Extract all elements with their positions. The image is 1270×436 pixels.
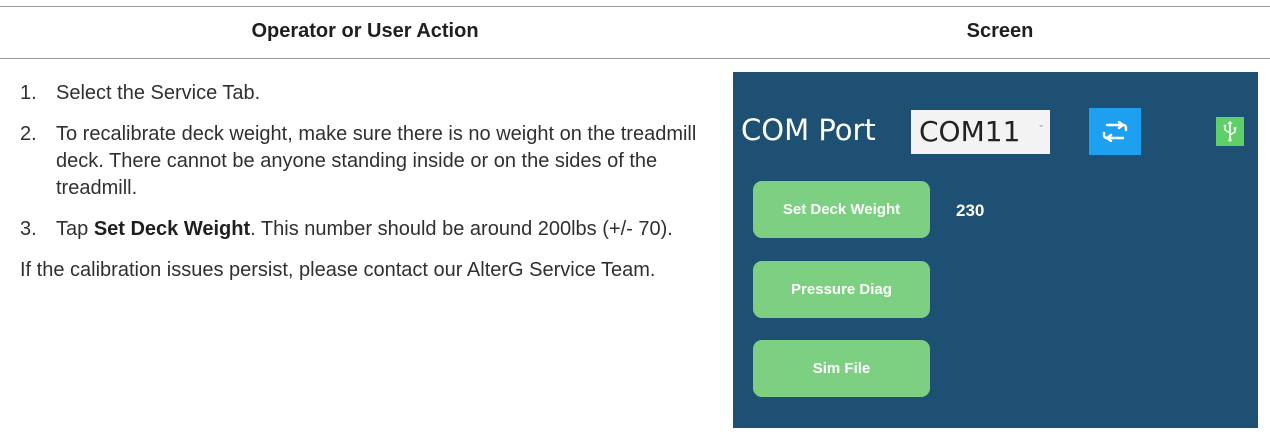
column-header-action: Operator or User Action [251, 20, 479, 42]
com-port-select[interactable]: COM11 ˇ [911, 110, 1050, 154]
step-number: 1. [20, 82, 37, 104]
list-item: 3. Tap Set Deck Weight. This number shou… [20, 216, 710, 243]
com-port-label: COM Port [741, 113, 876, 147]
set-deck-weight-button[interactable]: Set Deck Weight [753, 181, 930, 238]
support-note: If the calibration issues persist, pleas… [20, 259, 656, 281]
column-header-screen: Screen [966, 20, 1034, 42]
deck-weight-value: 230 [956, 201, 985, 220]
instruction-list: 1. Select the Service Tab. 2. To recalib… [20, 80, 710, 284]
sim-file-button[interactable]: Sim File [753, 340, 930, 397]
table-header-rule [0, 58, 1270, 59]
refresh-button[interactable] [1089, 108, 1141, 155]
pressure-diag-button[interactable]: Pressure Diag [753, 261, 930, 318]
step-number: 2. [20, 123, 37, 145]
usb-button[interactable] [1216, 117, 1244, 146]
table-top-rule [0, 6, 1270, 7]
step-text-bold: Set Deck Weight [93, 218, 251, 240]
list-item: 2. To recalibrate deck weight, make sure… [20, 121, 710, 202]
step-text-post: . This number should be around 200lbs (+… [250, 218, 673, 240]
step-text-pre: Tap [56, 218, 94, 240]
service-screen-panel: COM Port COM11 ˇ Set Deck Weight 230 Pre… [733, 72, 1258, 428]
usb-icon [1223, 121, 1237, 142]
refresh-icon [1102, 121, 1128, 142]
com-port-value: COM11 [919, 115, 1021, 148]
step-text: To recalibrate deck weight, make sure th… [56, 123, 697, 199]
list-item: 1. Select the Service Tab. [20, 80, 710, 107]
step-number: 3. [20, 218, 37, 240]
step-text: Select the Service Tab. [56, 82, 261, 104]
chevron-down-icon: ˇ [1039, 124, 1043, 136]
